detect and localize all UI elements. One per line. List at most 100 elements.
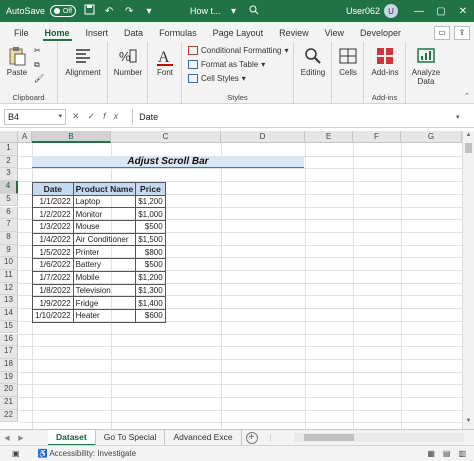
doc-dropdown-icon[interactable]: ▾ (227, 6, 241, 17)
date-cell[interactable]: 1/7/2022 (32, 270, 74, 285)
product-cell[interactable]: Heater (72, 308, 137, 323)
cells-button[interactable]: Cells (334, 46, 362, 77)
price-cell[interactable]: $1,500 (135, 232, 166, 247)
copy-icon[interactable]: ⧉ (34, 60, 40, 70)
prev-sheet-icon[interactable]: ◀ (0, 434, 14, 442)
row-header[interactable]: 3 (0, 168, 18, 182)
row-header[interactable]: 11 (0, 270, 18, 283)
row-header[interactable]: 18 (0, 358, 18, 372)
alignment-button[interactable]: Alignment (64, 46, 102, 77)
add-sheet-icon[interactable]: + (245, 431, 258, 444)
format-as-table-button[interactable]: Format as Table ▾ (188, 60, 265, 69)
column-header[interactable]: G (401, 131, 462, 143)
price-cell[interactable]: $1,000 (135, 207, 166, 222)
paste-button[interactable]: Paste (4, 46, 30, 77)
collapse-ribbon-icon[interactable]: ⌃ (464, 92, 470, 100)
row-header[interactable]: 17 (0, 346, 18, 359)
tab-page-layout[interactable]: Page Layout (205, 28, 272, 42)
row-header[interactable]: 12 (0, 282, 18, 296)
tab-data[interactable]: Data (116, 28, 151, 42)
row-header[interactable]: 21 (0, 397, 18, 410)
next-sheet-icon[interactable]: ▶ (14, 434, 28, 442)
header-product-name[interactable]: Product Name (72, 182, 137, 196)
product-cell[interactable]: Mouse (72, 220, 137, 234)
product-cell[interactable]: Printer (72, 245, 137, 260)
row-header[interactable]: 10 (0, 257, 18, 270)
date-cell[interactable]: 1/2/2022 (32, 207, 74, 222)
tab-review[interactable]: Review (271, 28, 317, 42)
price-cell[interactable]: $600 (135, 308, 166, 323)
date-cell[interactable]: 1/9/2022 (32, 296, 74, 310)
autosave-toggle[interactable]: Off (50, 5, 77, 17)
data-table[interactable]: Date Product Name Price 1/1/2022 Laptop $1… (32, 182, 166, 323)
row-header[interactable]: 19 (0, 371, 18, 385)
number-button[interactable]: % Number (110, 46, 146, 77)
row-header[interactable]: 13 (0, 295, 18, 309)
formula-input[interactable]: Date (132, 108, 456, 125)
tab-home[interactable]: Home (37, 28, 78, 42)
date-cell[interactable]: 1/1/2022 (32, 194, 74, 209)
row-header[interactable]: 16 (0, 333, 18, 347)
price-cell[interactable]: $500 (135, 220, 166, 234)
product-cell[interactable]: Fridge (72, 296, 137, 310)
format-painter-icon[interactable]: 🖌 (34, 74, 44, 83)
header-price[interactable]: Price (135, 182, 166, 196)
price-cell[interactable]: $1,400 (135, 296, 166, 310)
conditional-formatting-button[interactable]: Conditional Formatting ▾ (188, 46, 289, 55)
date-cell[interactable]: 1/3/2022 (32, 220, 74, 234)
save-icon[interactable] (82, 4, 96, 18)
product-cell[interactable]: Mobile (72, 270, 137, 285)
addins-button[interactable]: Add-ins (368, 46, 402, 77)
scroll-down-icon[interactable]: ▼ (463, 418, 474, 428)
row-header[interactable]: 22 (0, 409, 18, 423)
vertical-scroll-thumb[interactable] (465, 143, 472, 153)
product-cell[interactable]: Battery (72, 258, 137, 272)
share-icon[interactable]: ⇪ (454, 26, 470, 40)
macro-record-icon[interactable]: ▣ (12, 449, 20, 458)
date-cell[interactable]: 1/6/2022 (32, 258, 74, 272)
sheet-options-icon[interactable]: ⋮ (264, 434, 278, 442)
row-header[interactable]: 6 (0, 206, 18, 220)
date-cell[interactable]: 1/10/2022 (32, 308, 74, 323)
scroll-up-icon[interactable]: ▲ (463, 132, 474, 142)
name-box[interactable]: B4 ▾ (4, 108, 66, 125)
column-header[interactable]: C (111, 131, 221, 143)
close-icon[interactable]: ✕ (452, 6, 474, 17)
row-header[interactable]: 4 (0, 181, 18, 194)
normal-view-icon[interactable]: ▦ (427, 449, 435, 458)
font-button[interactable]: A Font (150, 46, 180, 77)
minimize-icon[interactable]: — (408, 6, 430, 17)
row-header[interactable]: 8 (0, 231, 18, 245)
analyze-data-button[interactable]: Analyze Data (408, 46, 444, 86)
sheet-title[interactable]: Adjust Scroll Bar (32, 156, 304, 168)
column-header[interactable]: B (32, 131, 111, 143)
row-header[interactable]: 20 (0, 384, 18, 397)
formula-buttons[interactable]: ✕✓fx (72, 111, 126, 122)
comments-icon[interactable]: ▭ (434, 26, 450, 40)
product-cell[interactable]: Television (72, 283, 137, 298)
sheet-tab-go-to-special[interactable]: Go To Special (96, 429, 166, 446)
tab-developer[interactable]: Developer (352, 28, 409, 42)
product-cell[interactable]: Air Conditioner (72, 232, 137, 247)
row-header[interactable]: 14 (0, 308, 18, 321)
price-cell[interactable]: $800 (135, 245, 166, 260)
column-header[interactable]: E (305, 131, 353, 143)
row-header[interactable]: 9 (0, 244, 18, 258)
select-all-corner[interactable] (0, 131, 18, 143)
tab-file[interactable]: File (6, 28, 37, 42)
page-layout-view-icon[interactable]: ▤ (443, 449, 451, 458)
row-header[interactable]: 15 (0, 320, 18, 334)
product-cell[interactable]: Monitor (72, 207, 137, 222)
search-icon[interactable] (247, 5, 261, 18)
redo-icon[interactable]: ↷ (122, 6, 136, 17)
column-header[interactable]: F (353, 131, 401, 143)
accessibility-status[interactable]: ♿ Accessibility: Investigate (38, 449, 136, 458)
header-date[interactable]: Date (32, 182, 74, 196)
tab-formulas[interactable]: Formulas (151, 28, 205, 42)
expand-formula-icon[interactable]: ▾ (456, 113, 468, 121)
date-cell[interactable]: 1/5/2022 (32, 245, 74, 260)
maximize-icon[interactable]: ▢ (430, 6, 452, 17)
column-header[interactable]: D (221, 131, 305, 143)
tab-insert[interactable]: Insert (78, 28, 117, 42)
avatar[interactable]: U (384, 4, 398, 18)
